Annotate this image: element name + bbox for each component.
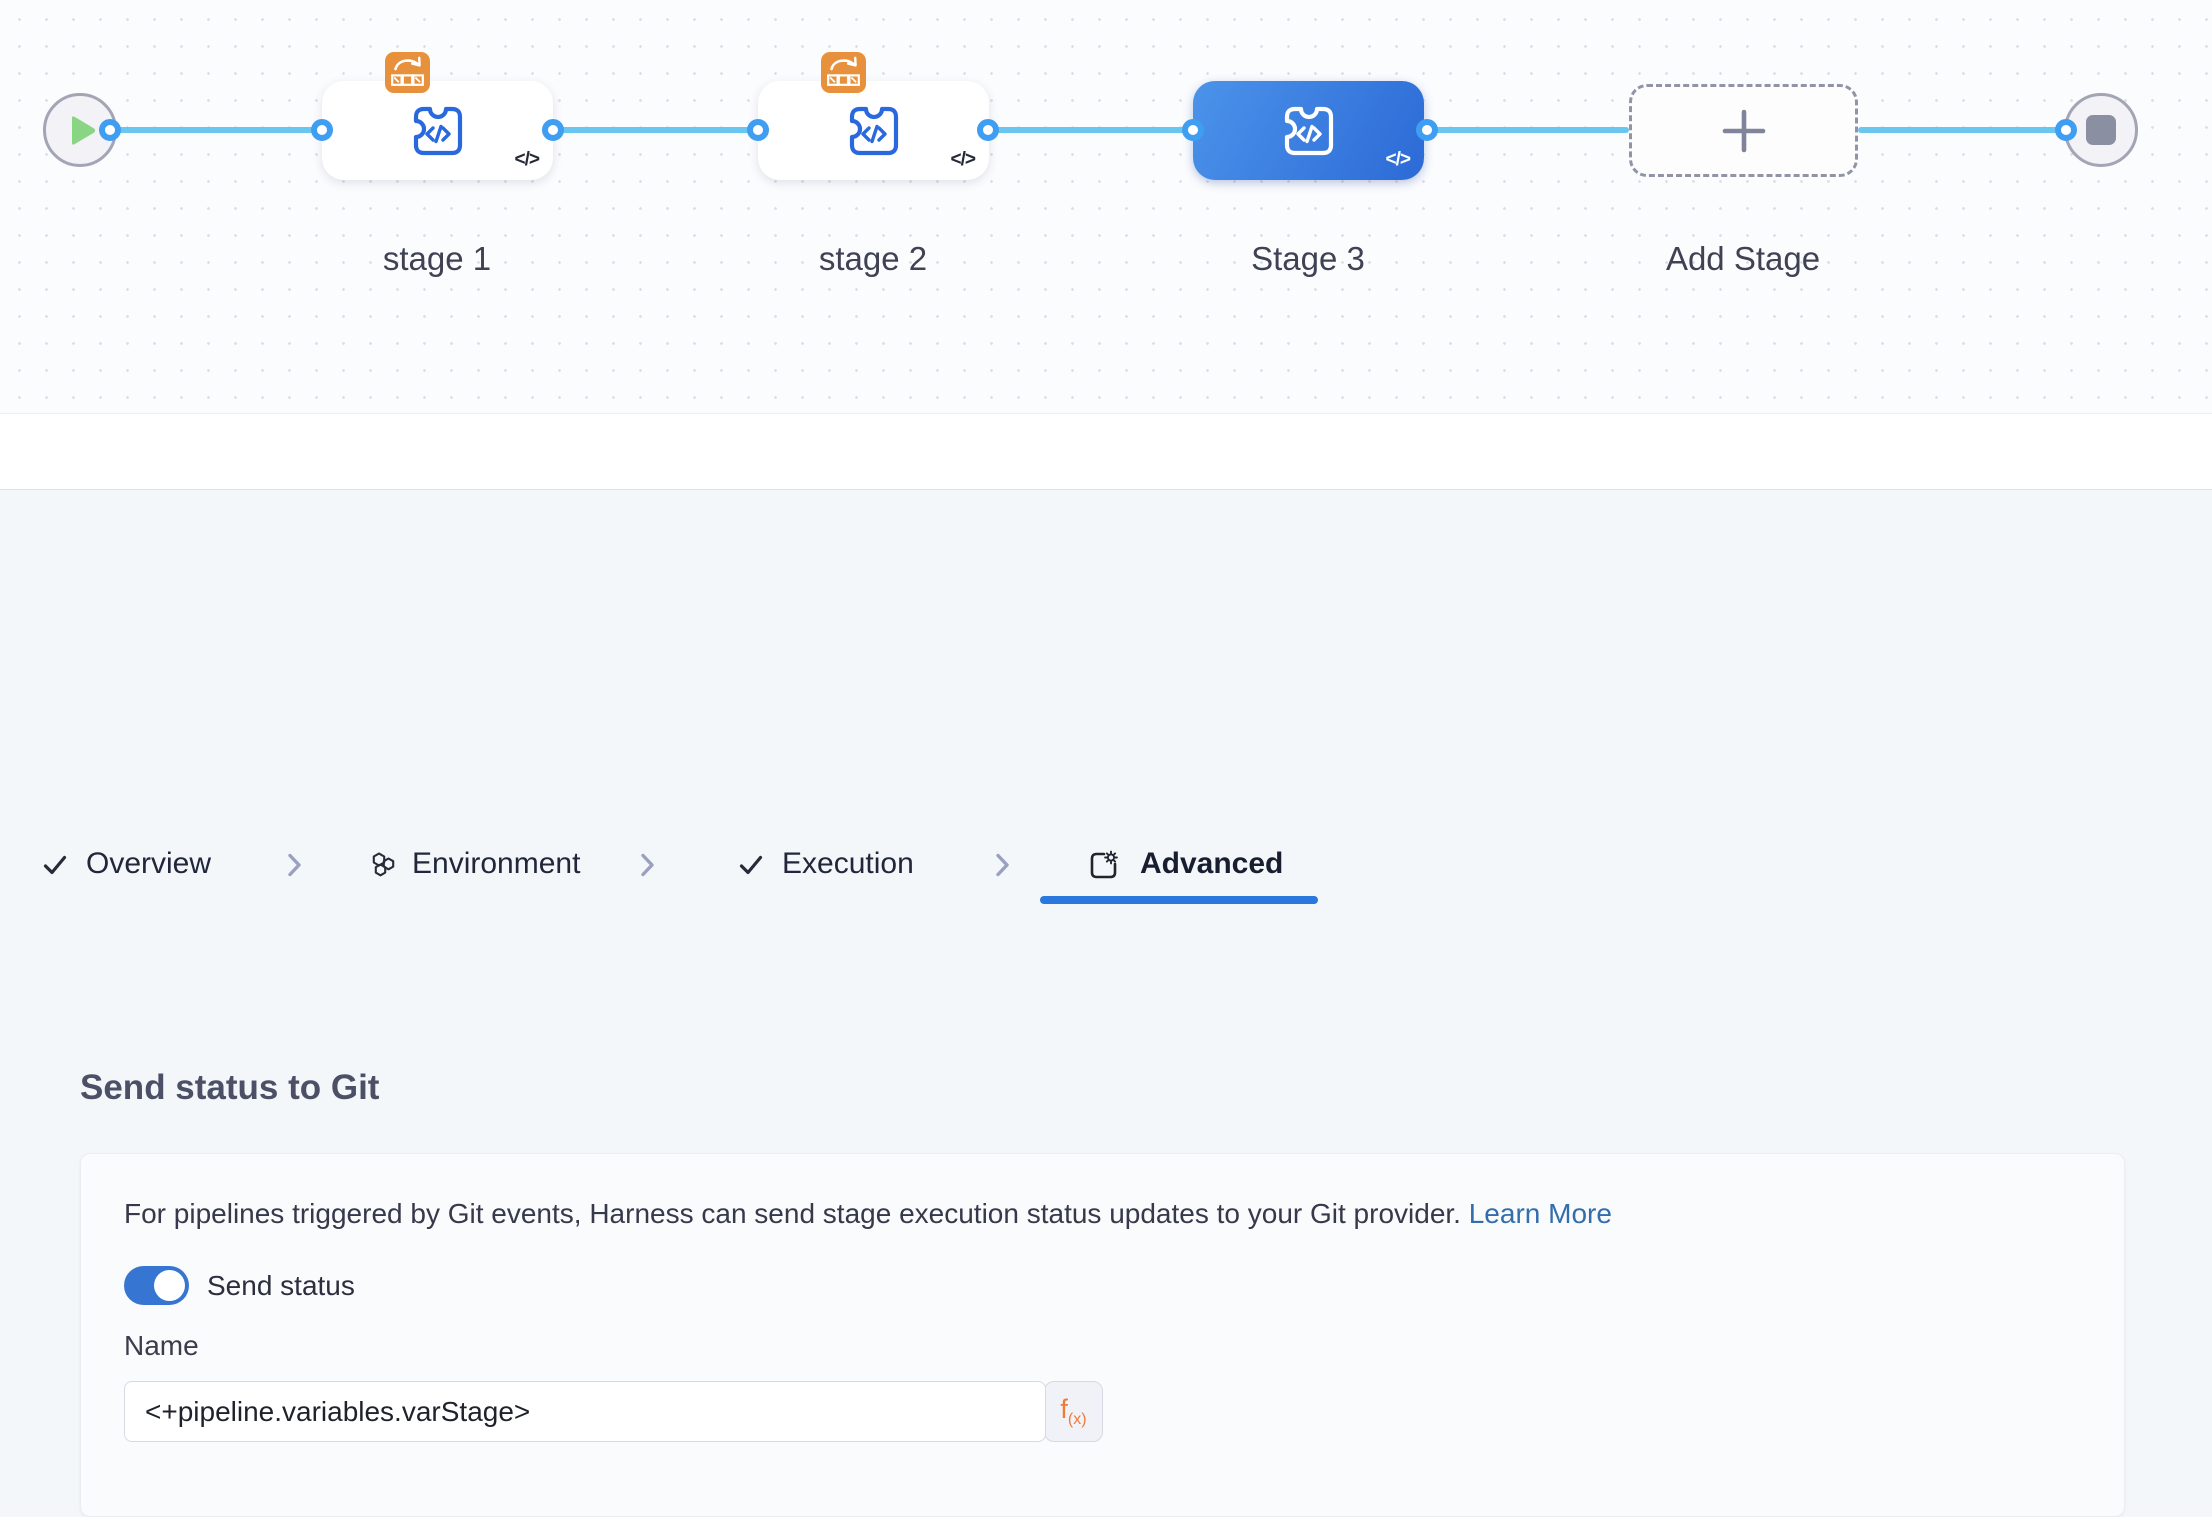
port-stage2-in[interactable] <box>747 119 769 141</box>
play-icon <box>70 115 97 146</box>
stage-node-2[interactable]: </> <box>758 81 989 180</box>
stage-label: Stage 3 <box>1188 240 1428 278</box>
active-tab-underline <box>1040 896 1318 904</box>
port-start-out[interactable] <box>99 119 121 141</box>
code-toggle-glyph[interactable]: </> <box>951 149 975 171</box>
add-stage-button[interactable] <box>1629 84 1858 177</box>
edge-addstage-stop <box>1858 127 2066 133</box>
check-icon <box>42 852 68 878</box>
learn-more-link[interactable]: Learn More <box>1469 1198 1612 1229</box>
port-stage1-in[interactable] <box>311 119 333 141</box>
stop-icon <box>2086 115 2116 145</box>
chevron-right-icon <box>995 852 1011 878</box>
panel-heading: Send status to Git <box>80 1068 379 1108</box>
advanced-tab-panel: Send status to Git For pipelines trigger… <box>0 490 2212 1104</box>
edge-stage3-addstage <box>1427 127 1629 133</box>
code-toggle-glyph[interactable]: </> <box>515 149 539 171</box>
check-icon <box>738 852 764 878</box>
name-field-label: Name <box>124 1330 199 1362</box>
tab-environment-label[interactable]: Environment <box>412 847 580 881</box>
edge-stage1-stage2 <box>553 127 758 133</box>
port-stage1-out[interactable] <box>542 119 564 141</box>
rolling-deploy-icon <box>821 52 866 93</box>
port-stage3-out[interactable] <box>1416 119 1438 141</box>
stage-wizard-tabbar: Overview Environment Execution <box>0 413 2212 490</box>
stage-label: stage 1 <box>317 240 557 278</box>
chevron-right-icon <box>640 852 656 878</box>
rolling-deploy-icon <box>385 52 430 93</box>
puzzle-code-icon <box>406 99 470 163</box>
send-status-toggle[interactable] <box>124 1266 189 1305</box>
send-status-card: For pipelines triggered by Git events, H… <box>80 1153 2125 1517</box>
description-text: For pipelines triggered by Git events, H… <box>124 1198 1461 1229</box>
box-gear-icon <box>1088 850 1119 881</box>
puzzle-code-icon <box>1277 99 1341 163</box>
chevron-right-icon <box>287 852 303 878</box>
fx-expression-button[interactable]: f(x) <box>1044 1381 1103 1442</box>
tab-overview-label[interactable]: Overview <box>86 847 211 881</box>
toggle-knob <box>154 1270 185 1301</box>
name-input[interactable] <box>124 1381 1046 1442</box>
fx-expression-icon: f(x) <box>1060 1394 1086 1429</box>
port-end-in[interactable] <box>2055 119 2077 141</box>
stage-node-1[interactable]: </> <box>322 81 553 180</box>
plus-icon <box>1721 108 1767 154</box>
port-stage3-in[interactable] <box>1182 119 1204 141</box>
stage-node-3[interactable]: </> <box>1193 81 1424 180</box>
code-toggle-glyph[interactable]: </> <box>1386 149 1410 171</box>
name-input-group: f(x) <box>124 1381 1103 1442</box>
hexagons-icon <box>368 851 398 879</box>
puzzle-code-icon <box>842 99 906 163</box>
edge-start-stage1 <box>110 127 322 133</box>
port-stage2-out[interactable] <box>977 119 999 141</box>
edge-stage2-stage3 <box>988 127 1193 133</box>
add-stage-label: Add Stage <box>1623 240 1863 278</box>
tab-advanced-label[interactable]: Advanced <box>1140 847 1283 881</box>
stage-label: stage 2 <box>753 240 993 278</box>
pipeline-canvas: </> </> </> <box>0 0 2212 413</box>
tab-execution-label[interactable]: Execution <box>782 847 914 881</box>
send-status-toggle-label: Send status <box>207 1270 355 1302</box>
send-status-description: For pipelines triggered by Git events, H… <box>124 1198 1612 1230</box>
